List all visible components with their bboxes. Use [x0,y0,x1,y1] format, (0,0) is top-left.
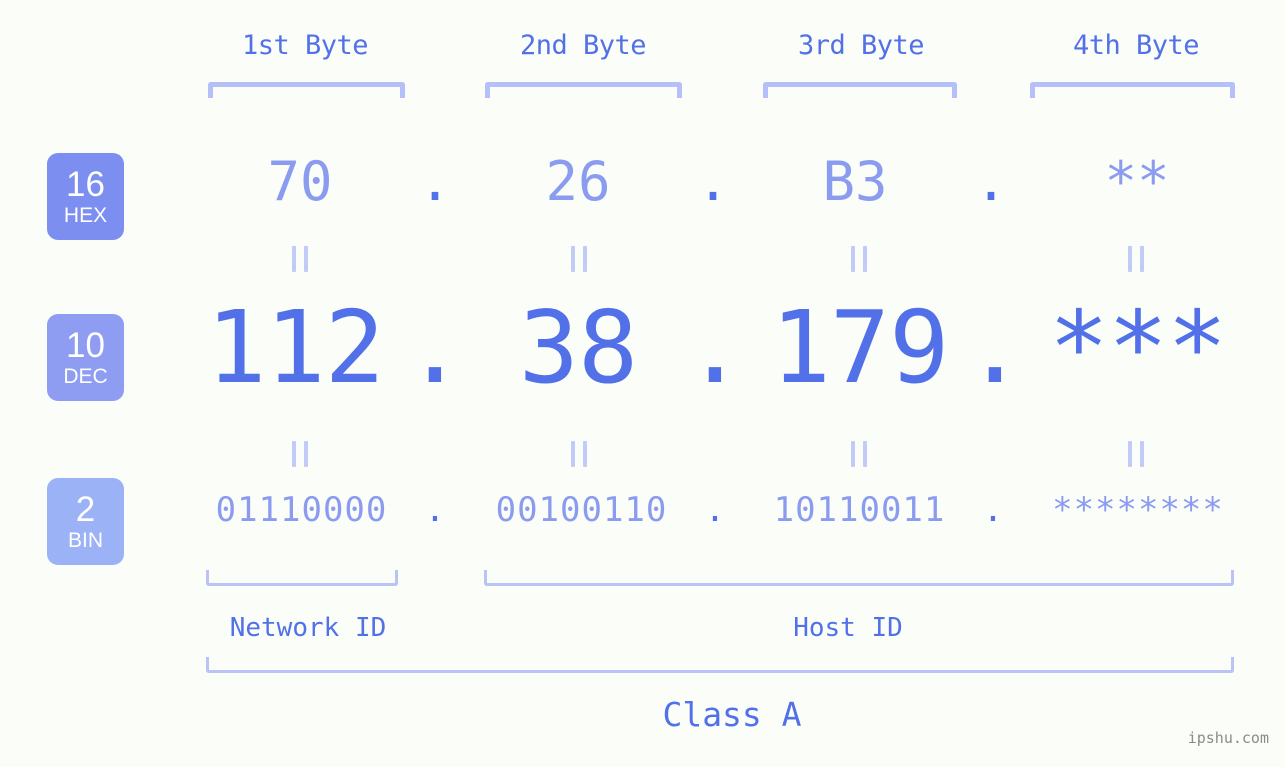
equals-connector-hex-dec-1 [292,246,308,272]
base-badge-hex-number: 16 [66,165,105,204]
byte-header-label-2: 2nd Byte [519,30,647,61]
bin-byte-4: ******** [1052,490,1224,530]
equals-connector-hex-dec-3 [851,246,867,272]
dec-separator-3: . [964,289,1026,406]
byte-header-label-1: 1st Byte [241,30,369,61]
byte-bracket-top-3 [763,82,957,98]
dec-byte-4: *** [1048,289,1228,406]
base-badge-hex-name: HEX [63,204,108,227]
dec-separator-1: . [404,289,466,406]
bin-separator-3: . [982,490,1004,530]
dec-byte-2: 38 [518,289,638,406]
byte-header-label-4: 4th Byte [1072,30,1200,61]
base-badge-hex: 16 HEX [47,153,124,240]
network-id-bracket [206,570,398,586]
class-bracket [206,657,1234,673]
bin-byte-2: 00100110 [495,490,668,530]
equals-connector-dec-bin-2 [571,441,587,467]
dec-separator-2: . [684,289,746,406]
dec-byte-3: 179 [770,289,950,406]
equals-connector-hex-dec-4 [1128,246,1144,272]
base-badge-bin: 2 BIN [47,478,124,565]
ip-byte-breakdown-diagram: 1st Byte 2nd Byte 3rd Byte 4th Byte 16 H… [0,0,1285,767]
base-badge-dec-name: DEC [63,365,108,388]
network-id-label: Network ID [229,613,387,643]
host-id-bracket [484,570,1234,586]
byte-bracket-top-2 [485,82,682,98]
byte-bracket-top-1 [208,82,405,98]
hex-separator-3: . [974,150,1008,213]
hex-byte-1: 70 [267,150,333,213]
bin-byte-1: 01110000 [215,490,388,530]
hex-separator-1: . [418,150,452,213]
base-badge-bin-name: BIN [67,529,103,552]
equals-connector-dec-bin-1 [292,441,308,467]
hex-byte-2: 26 [545,150,611,213]
byte-header-label-3: 3rd Byte [797,30,925,61]
dec-byte-1: 112 [206,289,385,406]
equals-connector-dec-bin-4 [1128,441,1144,467]
base-badge-dec-number: 10 [66,326,105,365]
hex-byte-4: ** [1104,150,1170,213]
base-badge-dec: 10 DEC [47,314,124,401]
bin-byte-3: 10110011 [773,490,946,530]
bin-separator-2: . [704,490,726,530]
hex-byte-3: B3 [822,150,888,213]
watermark: ipshu.com [1187,729,1269,747]
host-id-label: Host ID [793,613,903,643]
equals-connector-hex-dec-2 [571,246,587,272]
bin-separator-1: . [424,490,446,530]
byte-bracket-top-4 [1030,82,1235,98]
equals-connector-dec-bin-3 [851,441,867,467]
base-badge-bin-number: 2 [75,490,96,529]
class-label: Class A [662,695,802,734]
hex-separator-2: . [696,150,730,213]
